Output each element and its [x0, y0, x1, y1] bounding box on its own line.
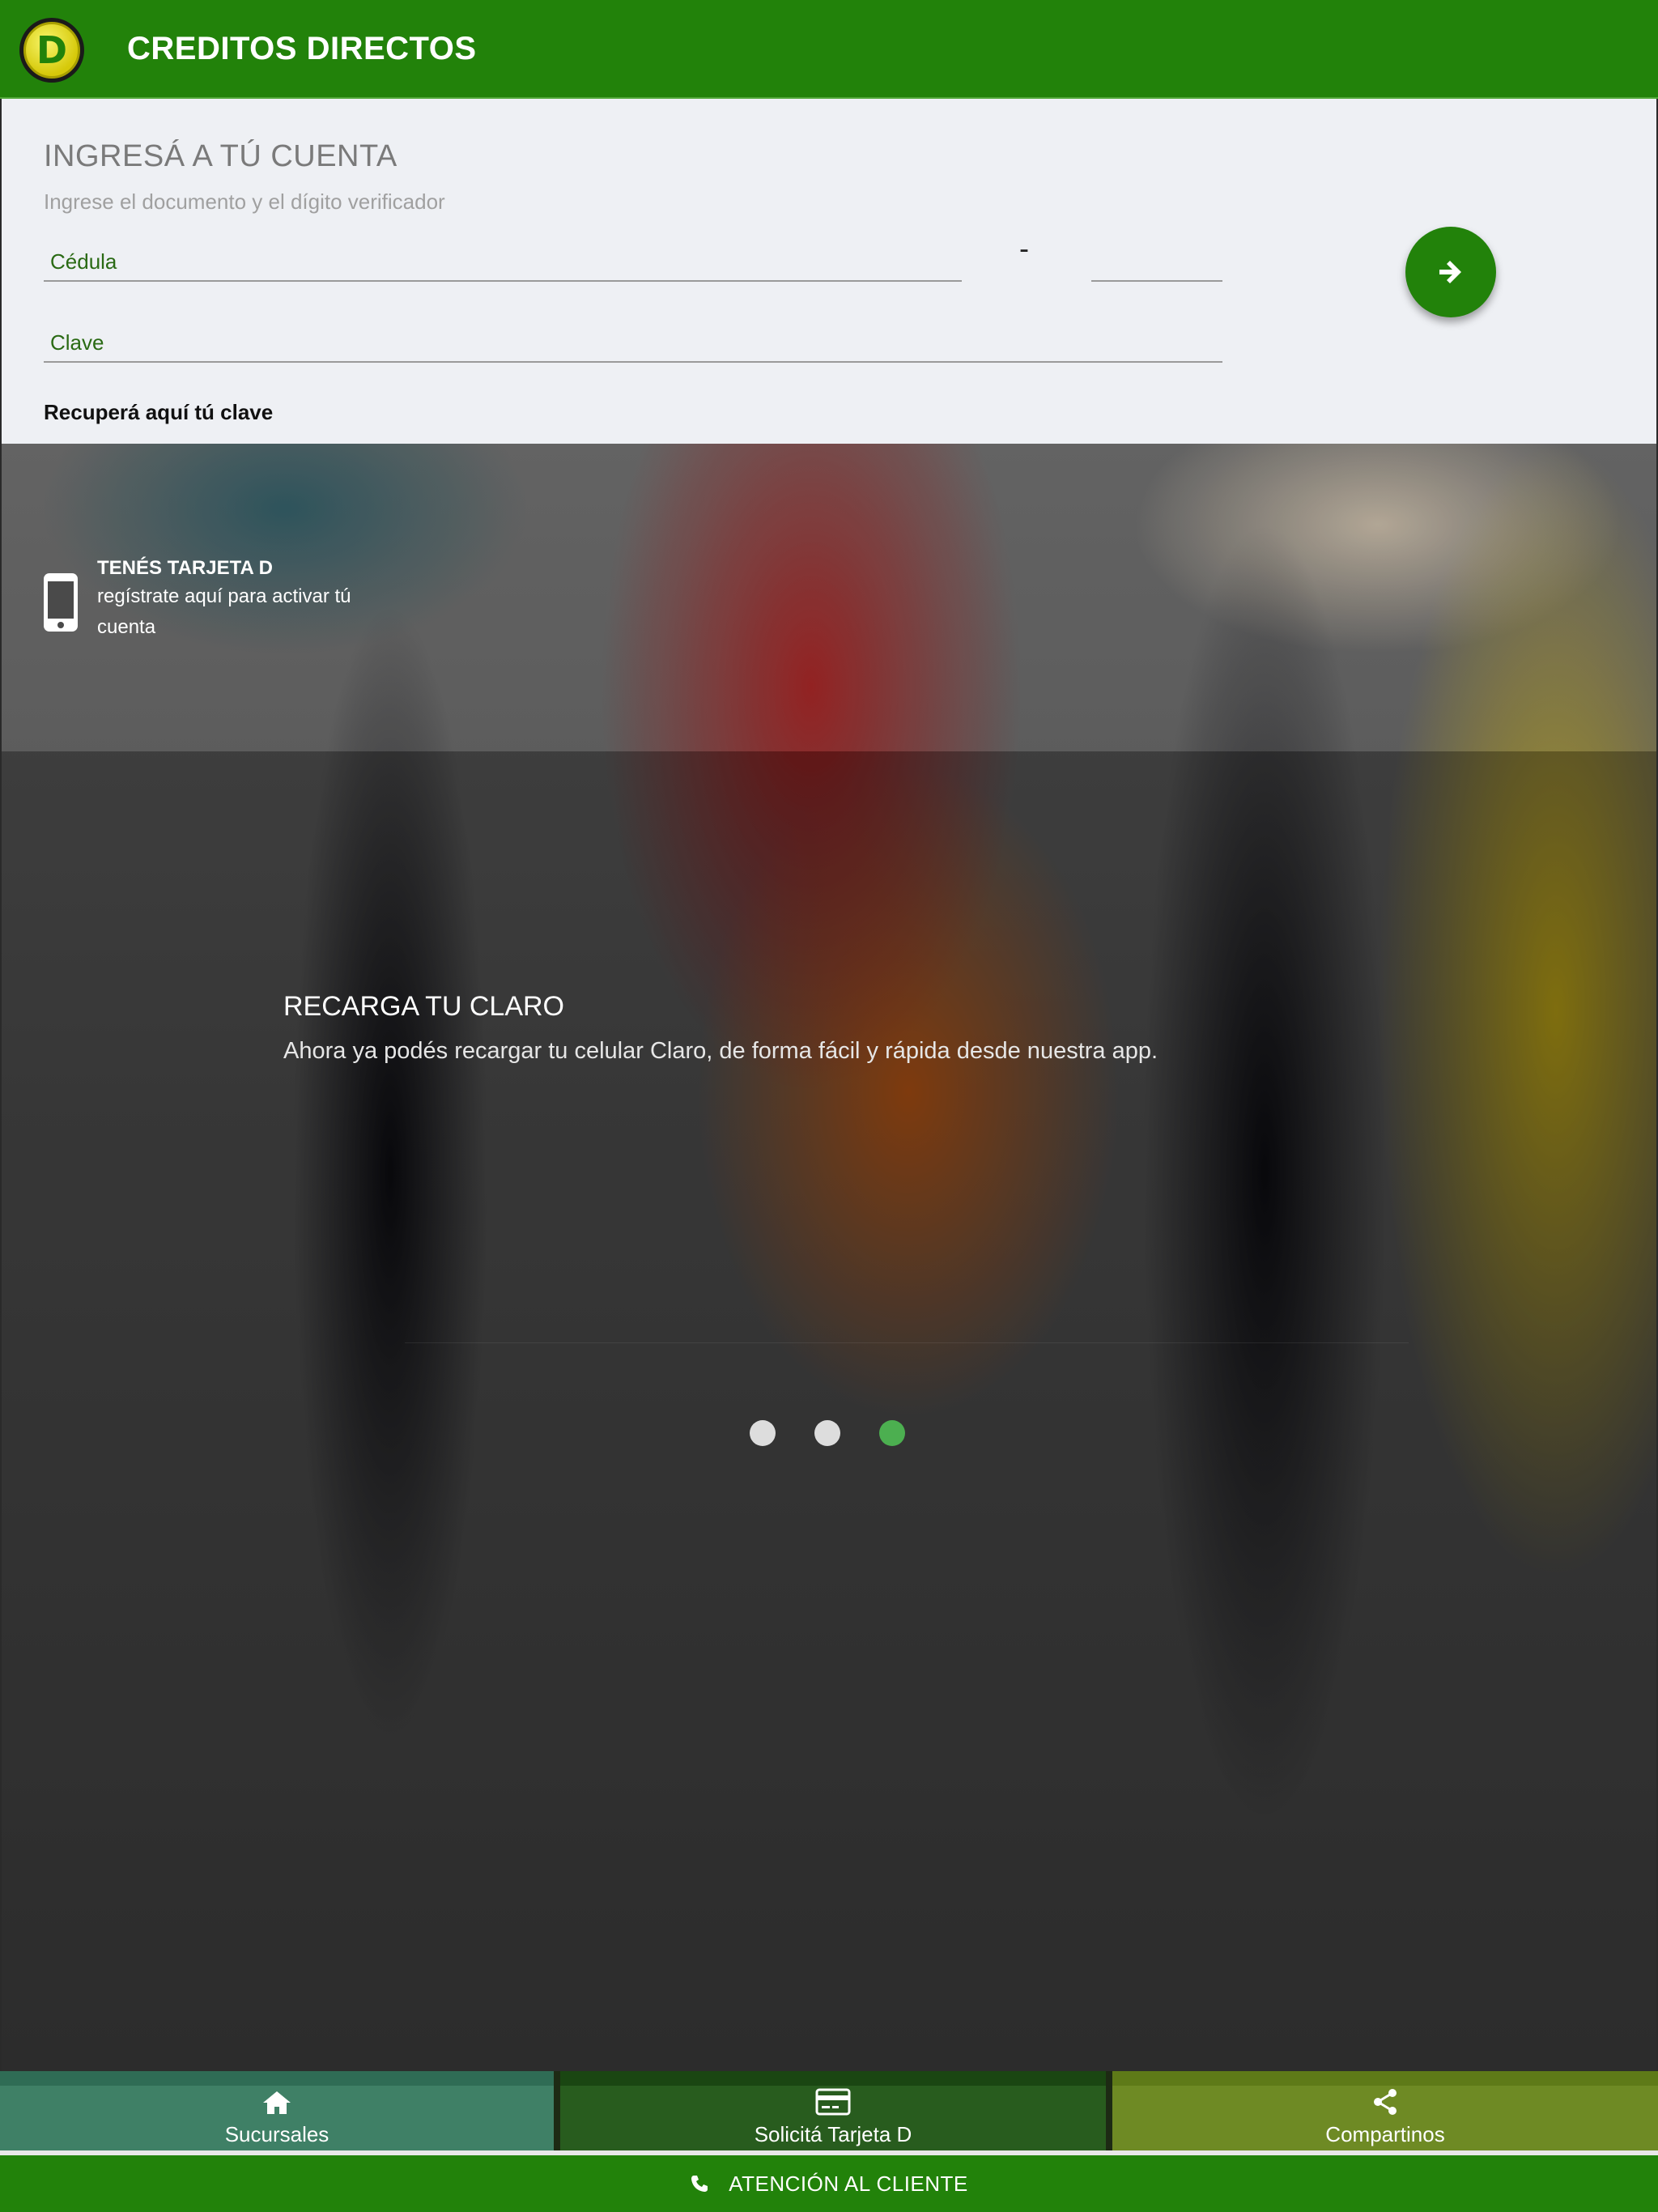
- home-icon: [263, 2091, 291, 2114]
- carousel-indicators: [750, 1420, 905, 1446]
- brand-logo: D: [19, 18, 84, 83]
- carousel-dot-1[interactable]: [750, 1420, 776, 1446]
- clave-input[interactable]: [44, 324, 1222, 361]
- nav-label: Sucursales: [224, 2122, 329, 2146]
- bottom-navigation: Sucursales Solicitá Tarjeta D Compartino…: [0, 2071, 1658, 2154]
- separator-dash: -: [1019, 232, 1029, 265]
- app-title: CREDITOS DIRECTOS: [127, 31, 477, 66]
- recover-password-link[interactable]: Recuperá aquí tú clave: [44, 400, 273, 425]
- customer-support-button[interactable]: ATENCIÓN AL CLIENTE: [0, 2155, 1658, 2212]
- slide-description: Ahora ya podés recargar tu celular Claro…: [283, 1038, 1158, 1064]
- nav-top-bar: [0, 2071, 554, 2086]
- phone-icon: [691, 2176, 708, 2192]
- slide-title: RECARGA TU CLARO: [283, 991, 565, 1022]
- verifier-digit-field[interactable]: [1091, 243, 1222, 282]
- app-header: D CREDITOS DIRECTOS: [0, 0, 1658, 99]
- clave-field[interactable]: [44, 324, 1222, 363]
- login-title: INGRESÁ A TÚ CUENTA: [44, 139, 397, 173]
- nav-compartinos-button[interactable]: Compartinos: [1112, 2071, 1658, 2154]
- nav-top-bar: [1112, 2071, 1658, 2086]
- share-icon: [1374, 2089, 1397, 2115]
- logo-letter: D: [36, 28, 68, 72]
- cedula-input[interactable]: [44, 243, 962, 280]
- carousel-dot-2[interactable]: [814, 1420, 840, 1446]
- nav-label: Solicitá Tarjeta D: [754, 2122, 912, 2146]
- nav-label: Compartinos: [1325, 2122, 1445, 2146]
- promo-title: TENÉS TARJETA D: [97, 557, 273, 579]
- register-card-promo[interactable]: TENÉS TARJETA D regístrate aquí para act…: [42, 557, 389, 643]
- mobile-phone-icon: [44, 573, 78, 632]
- nav-solicita-tarjeta-button[interactable]: Solicitá Tarjeta D: [554, 2071, 1112, 2154]
- promo-text: TENÉS TARJETA D regístrate aquí para act…: [97, 557, 389, 643]
- cedula-field[interactable]: [44, 243, 962, 282]
- credit-card-icon: [815, 2088, 851, 2116]
- verifier-digit-input[interactable]: [1091, 243, 1222, 280]
- arrow-right-icon: [1439, 261, 1461, 283]
- promo-description: regístrate aquí para activar tú cuenta: [97, 585, 351, 638]
- slide-card-edge: [405, 1342, 1409, 1349]
- login-panel: INGRESÁ A TÚ CUENTA Ingrese el documento…: [2, 99, 1656, 444]
- carousel-overlay: [2, 751, 1656, 2071]
- logo-ring: D: [23, 22, 80, 79]
- login-submit-button[interactable]: [1405, 227, 1496, 317]
- support-label: ATENCIÓN AL CLIENTE: [729, 2171, 968, 2196]
- carousel-dot-3[interactable]: [879, 1420, 905, 1446]
- nav-sucursales-button[interactable]: Sucursales: [0, 2071, 554, 2154]
- hero-background: TENÉS TARJETA D regístrate aquí para act…: [2, 444, 1656, 2071]
- login-subtitle: Ingrese el documento y el dígito verific…: [44, 189, 445, 214]
- nav-top-bar: [560, 2071, 1106, 2086]
